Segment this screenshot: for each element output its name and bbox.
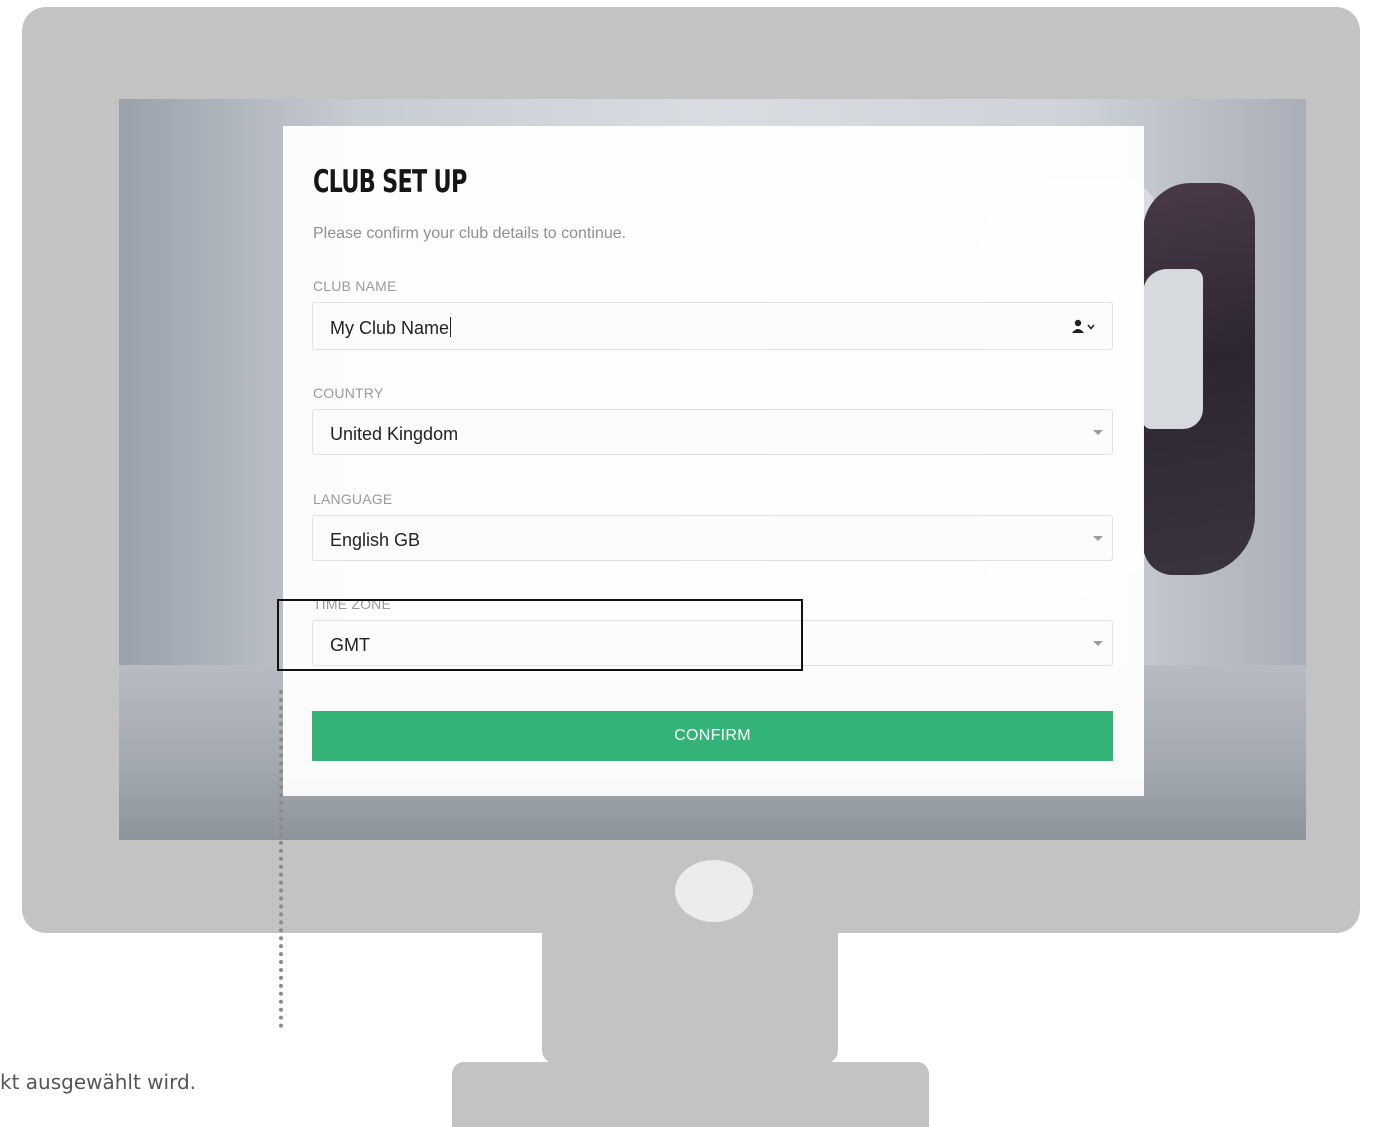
- country-label: COUNTRY: [313, 385, 384, 401]
- dropdown-caret-icon: [1093, 641, 1103, 646]
- club-name-input[interactable]: My Club Name: [312, 302, 1113, 350]
- page-title: CLUB SET UP: [313, 164, 467, 200]
- monitor-stand-base: [452, 1062, 929, 1127]
- monitor-frame: CLUB SET UP Please confirm your club det…: [22, 7, 1360, 933]
- language-select[interactable]: English GB: [312, 515, 1113, 561]
- time-zone-value: GMT: [330, 635, 370, 655]
- country-select[interactable]: United Kingdom: [312, 409, 1113, 455]
- dropdown-caret-icon: [1093, 430, 1103, 435]
- confirm-button[interactable]: CONFIRM: [312, 711, 1113, 761]
- power-button: [675, 860, 753, 922]
- text-cursor: [450, 317, 452, 337]
- page-subtitle: Please confirm your club details to cont…: [313, 225, 627, 242]
- callout-caption: kt ausgewählt wird.: [0, 1070, 197, 1094]
- club-setup-card: CLUB SET UP Please confirm your club det…: [283, 126, 1144, 796]
- language-label: LANGUAGE: [313, 491, 393, 507]
- club-name-value: My Club Name: [330, 318, 450, 338]
- time-zone-select[interactable]: GMT: [312, 620, 1113, 666]
- athlete-shirt: [1143, 269, 1203, 429]
- country-value: United Kingdom: [330, 424, 459, 444]
- contact-autofill-icon[interactable]: [1070, 319, 1098, 335]
- club-name-label: CLUB NAME: [313, 278, 397, 294]
- callout-dotted-line: [279, 690, 283, 1028]
- time-zone-label: TIME ZONE: [313, 596, 392, 612]
- language-value: English GB: [330, 530, 421, 550]
- monitor-screen: CLUB SET UP Please confirm your club det…: [119, 99, 1306, 840]
- monitor-stand-neck: [542, 932, 838, 1064]
- dropdown-caret-icon: [1093, 536, 1103, 541]
